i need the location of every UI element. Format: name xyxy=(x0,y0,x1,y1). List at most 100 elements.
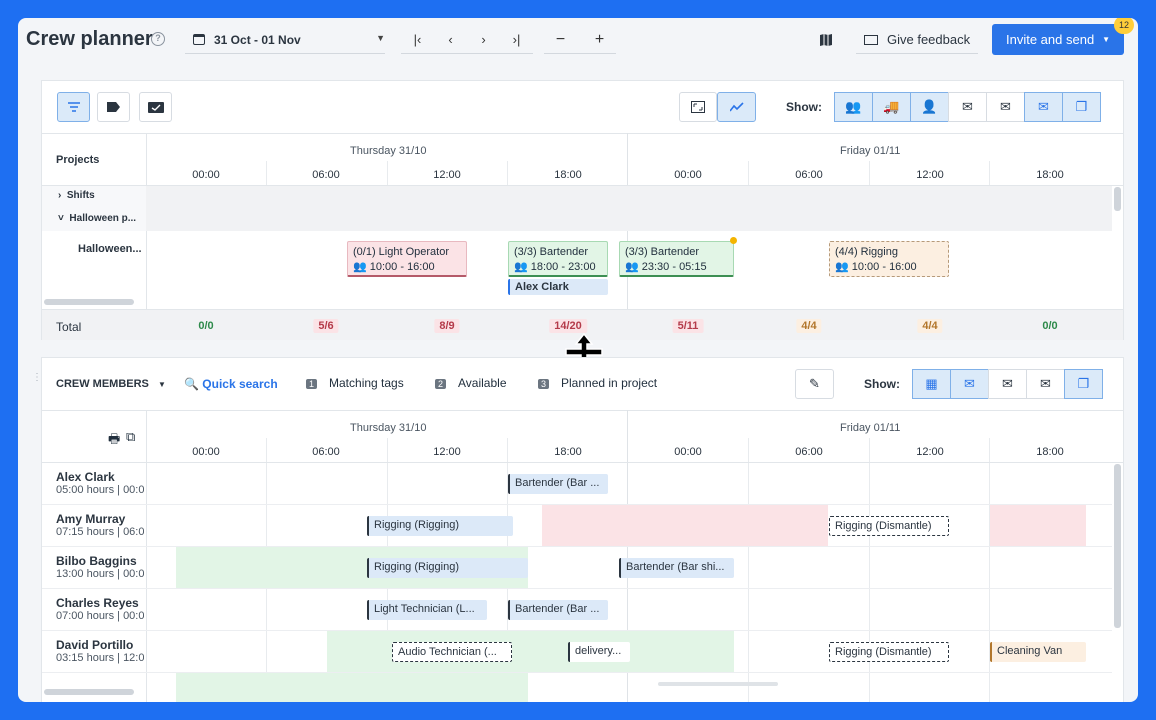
halloween-group-row[interactable]: ˅ Halloween p... xyxy=(58,213,136,224)
edit-button[interactable]: ✎ xyxy=(795,369,834,399)
notification-badge: 12 xyxy=(1114,18,1134,34)
open-mail-icon[interactable]: ✉ xyxy=(1024,92,1063,122)
period-navigation: |‹ ‹ › ›| xyxy=(401,26,533,54)
filter-matching-tags[interactable]: 1 Matching tags xyxy=(306,376,404,390)
crew-members-dropdown[interactable]: CREW MEMBERS ▼ xyxy=(56,378,166,390)
chevron-down-icon: ˅ xyxy=(58,213,70,224)
hour-label: 12:00 xyxy=(916,169,944,181)
copy-icon[interactable]: ❐ xyxy=(1062,92,1101,122)
truck-icon[interactable]: 🚚 xyxy=(872,92,911,122)
hour-label: 12:00 xyxy=(433,446,461,458)
assignment-bar[interactable]: Audio Technician (... xyxy=(392,642,512,662)
invite-label: Invite and send xyxy=(1006,32,1095,47)
crew-member-row[interactable]: Alex Clark 05:00 hours | 00:00 xyxy=(56,470,144,496)
assigned-crew-chip[interactable]: Alex Clark xyxy=(508,279,608,295)
date-range-value: 31 Oct - 01 Nov xyxy=(214,32,301,47)
filter-available[interactable]: 2 Available xyxy=(435,376,507,390)
trend-icon xyxy=(729,102,744,112)
task-bartender-1[interactable]: (3/3) Bartender 👥 18:00 - 23:00 xyxy=(508,241,608,277)
give-feedback-button[interactable]: Give feedback xyxy=(856,26,979,54)
hour-label: 12:00 xyxy=(916,446,944,458)
assignment-bar[interactable]: Bartender (Bar shi... xyxy=(619,558,734,578)
vertical-scrollbar[interactable] xyxy=(1114,187,1121,211)
project-view-toggles: 👥 🚚 👤 ✉ ✉ ✉ ❐ xyxy=(834,92,1101,122)
app-window: Crew planner ? 31 Oct - 01 Nov ▼ |‹ ‹ › … xyxy=(18,18,1138,702)
last-period-button[interactable]: ›| xyxy=(500,32,533,47)
horizontal-scrollbar[interactable] xyxy=(44,689,134,695)
mail-clock-icon[interactable]: ✉ xyxy=(986,92,1025,122)
hour-label: 00:00 xyxy=(674,169,702,181)
date-range-picker[interactable]: 31 Oct - 01 Nov ▼ xyxy=(185,26,385,54)
assignment-bar[interactable]: delivery... xyxy=(568,642,630,662)
tag-button[interactable] xyxy=(97,92,130,122)
show-label: Show: xyxy=(864,377,900,391)
hour-label: 06:00 xyxy=(312,446,340,458)
assignment-bar[interactable]: Rigging (Dismantle) xyxy=(829,516,949,536)
folder-icon xyxy=(147,102,164,113)
task-light-operator[interactable]: (0/1) Light Operator 👥 10:00 - 16:00 xyxy=(347,241,467,277)
status-dot xyxy=(730,237,737,244)
assignment-bar[interactable]: Rigging (Rigging) xyxy=(367,558,528,578)
assignment-bar[interactable]: Bartender (Bar ... xyxy=(508,600,608,620)
crew-member-row[interactable]: Amy Murray 07:15 hours | 06:00 xyxy=(56,512,144,538)
crew-panel: ⋮ CREW MEMBERS ▼ 🔍 Quick search 1 Matchin… xyxy=(32,357,1124,702)
vertical-scrollbar[interactable] xyxy=(1114,464,1121,628)
total-value: 5/11 xyxy=(672,319,704,333)
give-feedback-label: Give feedback xyxy=(887,32,971,47)
mail-check-icon[interactable]: ✉ xyxy=(948,92,987,122)
open-mail-icon[interactable]: ✉ xyxy=(950,369,989,399)
shifts-row[interactable]: › Shifts xyxy=(58,190,95,201)
assignment-bar[interactable]: Bartender (Bar ... xyxy=(508,474,608,494)
drag-handle-icon[interactable]: ⋮ xyxy=(32,372,42,383)
assignment-bar[interactable]: Cleaning Van xyxy=(990,642,1086,662)
quick-search-button[interactable]: 🔍 Quick search xyxy=(184,377,278,391)
projects-column-header: Projects xyxy=(56,154,100,166)
mail-clock-icon[interactable]: ✉ xyxy=(1026,369,1065,399)
card-button[interactable] xyxy=(139,92,172,122)
horizontal-scrollbar[interactable] xyxy=(44,299,134,305)
chevron-down-icon: ▼ xyxy=(376,33,385,43)
assignment-bar[interactable]: Rigging (Dismantle) xyxy=(829,642,949,662)
envelope-icon xyxy=(864,34,878,45)
help-icon[interactable]: ? xyxy=(151,32,165,46)
chart-toggle-button[interactable] xyxy=(717,92,756,122)
assignment-bar[interactable]: Rigging (Rigging) xyxy=(367,516,513,536)
chevron-down-icon: ▼ xyxy=(1102,35,1110,44)
timeline-scrollbar[interactable] xyxy=(658,682,778,686)
zoom-out-button[interactable]: − xyxy=(544,31,577,49)
hour-label: 12:00 xyxy=(433,169,461,181)
invite-and-send-button[interactable]: Invite and send ▼ xyxy=(992,24,1124,55)
filter-planned-in-project[interactable]: 3 Planned in project xyxy=(538,376,657,390)
add-person-icon[interactable]: 👤 xyxy=(910,92,949,122)
fit-screen-button[interactable] xyxy=(679,92,717,122)
crew-member-row[interactable]: Bilbo Baggins 13:00 hours | 00:00 xyxy=(56,554,144,580)
first-period-button[interactable]: |‹ xyxy=(401,32,434,47)
unavailable-block xyxy=(542,505,828,546)
previous-period-button[interactable]: ‹ xyxy=(434,32,467,47)
day-label: Friday 01/11 xyxy=(840,422,901,434)
crew-view-toggles: ▦ ✉ ✉ ✉ ❐ xyxy=(912,369,1103,399)
map-icon[interactable] xyxy=(814,30,838,50)
zoom-in-button[interactable]: + xyxy=(583,31,616,49)
crew-member-row[interactable]: Charles Reyes 07:00 hours | 00:00 xyxy=(56,596,144,622)
people-icon[interactable]: 👥 xyxy=(834,92,873,122)
filter-icon xyxy=(67,102,80,112)
hour-label: 00:00 xyxy=(674,446,702,458)
assignment-bar[interactable]: Light Technician (L... xyxy=(367,600,487,620)
mail-check-icon[interactable]: ✉ xyxy=(988,369,1027,399)
calendar-icon[interactable]: ▦ xyxy=(912,369,951,399)
filter-button[interactable] xyxy=(57,92,90,122)
crew-member-row[interactable]: David Portillo 03:15 hours | 12:00 xyxy=(56,638,144,664)
zoom-controls: − + xyxy=(544,26,616,54)
unavailable-block xyxy=(990,505,1086,546)
external-link-icon[interactable]: ⧉ xyxy=(126,429,135,445)
task-rigging[interactable]: (4/4) Rigging 👥 10:00 - 16:00 xyxy=(829,241,949,277)
hour-label: 18:00 xyxy=(1036,446,1064,458)
copy-icon[interactable]: ❐ xyxy=(1064,369,1103,399)
hour-label: 00:00 xyxy=(192,446,220,458)
task-bartender-2[interactable]: (3/3) Bartender 👥 23:30 - 05:15 xyxy=(619,241,734,277)
project-row-label[interactable]: Halloween... xyxy=(78,243,142,255)
hour-label: 18:00 xyxy=(554,446,582,458)
print-icon[interactable]: 🖶 xyxy=(108,430,120,452)
next-period-button[interactable]: › xyxy=(467,32,500,47)
